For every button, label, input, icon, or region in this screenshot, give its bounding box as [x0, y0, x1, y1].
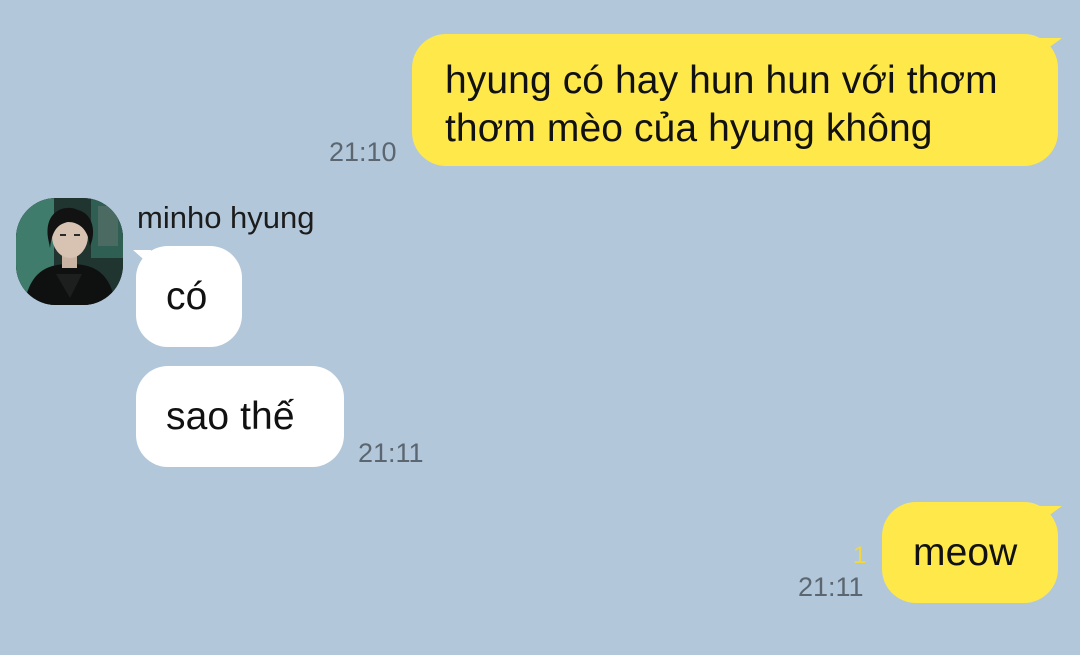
contact-avatar[interactable] — [16, 198, 123, 305]
my-message-bubble[interactable]: meow — [882, 502, 1058, 603]
my-message-text: hyung có hay hun hun với thơm thơm mèo c… — [445, 59, 998, 150]
chat-area[interactable]: hyung có hay hun hun với thơm thơm mèo c… — [0, 0, 1080, 655]
message-timestamp: 21:11 — [358, 438, 424, 468]
their-message-text: sao thế — [166, 395, 295, 438]
contact-name: minho hyung — [137, 200, 315, 235]
message-timestamp: 21:11 — [798, 572, 864, 602]
their-message-bubble[interactable]: sao thế — [136, 366, 344, 467]
their-message-text: có — [166, 275, 208, 318]
my-message-bubble[interactable]: hyung có hay hun hun với thơm thơm mèo c… — [412, 34, 1058, 166]
message-timestamp: 21:10 — [329, 137, 397, 167]
their-message-bubble[interactable]: có — [136, 246, 242, 347]
my-message-text: meow — [913, 531, 1018, 574]
unread-count: 1 — [853, 542, 867, 569]
profile-photo-avatar — [16, 198, 123, 305]
